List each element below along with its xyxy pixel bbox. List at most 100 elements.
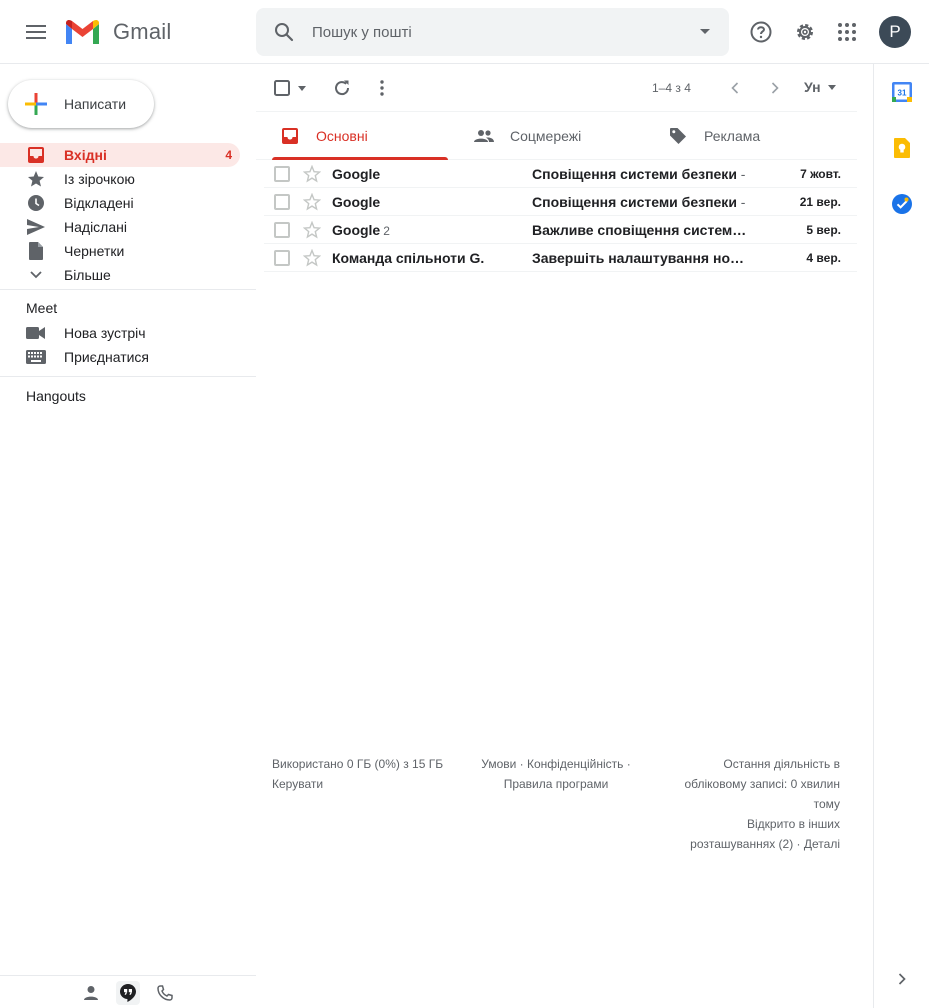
search-icon[interactable] xyxy=(272,20,296,44)
sidebar-item-snoozed[interactable]: Відкладені xyxy=(0,191,240,215)
sidebar-item-label: Із зірочкою xyxy=(64,171,135,187)
search-bar[interactable] xyxy=(256,8,729,56)
email-checkbox[interactable] xyxy=(274,222,290,238)
tasks-app-button[interactable] xyxy=(891,193,913,215)
people-icon xyxy=(474,126,494,146)
contacts-tab[interactable] xyxy=(79,981,103,1005)
main-menu-button[interactable] xyxy=(20,16,52,48)
email-checkbox[interactable] xyxy=(274,250,290,266)
older-button[interactable] xyxy=(763,76,787,100)
calendar-app-button[interactable]: 31 xyxy=(891,81,913,103)
hamburger-menu-icon xyxy=(26,25,46,39)
star-toggle[interactable] xyxy=(302,192,322,212)
sidebar-item-label: Чернетки xyxy=(64,243,125,259)
unread-count: 4 xyxy=(225,148,232,162)
tag-icon xyxy=(668,126,688,146)
tasks-check-icon xyxy=(892,194,912,214)
hangouts-bottom-bar xyxy=(0,975,256,1008)
chevron-down-icon xyxy=(298,86,306,91)
inbox-icon xyxy=(26,145,46,165)
sidebar-item-label: Вхідні xyxy=(64,147,107,163)
email-sender: Google xyxy=(332,166,381,182)
refresh-button[interactable] xyxy=(330,76,354,100)
tab-primary[interactable]: Основні xyxy=(264,112,454,160)
email-date: 21 вер. xyxy=(799,195,841,209)
manage-storage-link[interactable]: Керувати xyxy=(272,777,323,791)
refresh-icon xyxy=(335,80,350,96)
person-icon xyxy=(84,986,98,1000)
activity-text: Остання діяльність в xyxy=(723,757,840,771)
google-apps-button[interactable] xyxy=(831,16,863,48)
star-outline-icon xyxy=(303,165,321,183)
privacy-link[interactable]: Конфіденційність xyxy=(527,757,623,771)
meet-item-label: Приєднатися xyxy=(64,349,150,365)
sidebar-item-starred[interactable]: Із зірочкою xyxy=(0,167,240,191)
app-name: Gmail xyxy=(113,19,172,44)
email-date: 7 жовт. xyxy=(800,167,841,181)
star-outline-icon xyxy=(303,193,321,211)
new-meeting-button[interactable]: Нова зустріч xyxy=(0,321,240,345)
program-policies-link[interactable]: Правила програми xyxy=(504,777,609,791)
email-list: Google Сповіщення системи безпеки - 7 жо… xyxy=(264,160,857,272)
activity-text: тому xyxy=(813,797,840,811)
expand-side-panel-button[interactable] xyxy=(891,968,913,990)
search-input[interactable] xyxy=(312,20,672,44)
compose-button[interactable]: Написати xyxy=(8,80,154,128)
email-subject: Сповіщення системи безпеки - xyxy=(532,194,746,210)
sidebar-item-drafts[interactable]: Чернетки xyxy=(0,239,240,263)
phone-icon xyxy=(157,985,173,1001)
search-options-icon[interactable] xyxy=(699,26,711,38)
sidebar-nav: Вхідні 4 Із зірочкою Відкладені Надіслан… xyxy=(0,143,256,287)
tab-social[interactable]: Соцмережі xyxy=(458,112,648,160)
input-tools-button[interactable]: Ун xyxy=(800,76,842,100)
select-all-checkbox[interactable] xyxy=(270,76,310,100)
email-row[interactable]: Google Сповіщення системи безпеки - 21 в… xyxy=(264,188,857,216)
meet-item-label: Нова зустріч xyxy=(64,325,146,341)
keyboard-icon xyxy=(26,347,46,367)
star-toggle[interactable] xyxy=(302,164,322,184)
star-outline-icon xyxy=(303,249,321,267)
hangouts-chat-tab[interactable] xyxy=(116,981,140,1005)
sidebar-item-inbox[interactable]: Вхідні 4 xyxy=(0,143,240,167)
star-outline-icon xyxy=(303,221,321,239)
tab-promotions[interactable]: Реклама xyxy=(652,112,842,160)
storage-footer: Використано 0 ГБ (0%) з 15 ГБ Керувати xyxy=(272,754,462,794)
top-header: Gmail P xyxy=(0,0,929,64)
account-avatar[interactable]: P xyxy=(879,16,911,48)
email-row[interactable]: Google Сповіщення системи безпеки - 7 жо… xyxy=(264,160,857,188)
star-toggle[interactable] xyxy=(302,248,322,268)
activity-details-link[interactable]: Деталі xyxy=(804,837,840,851)
more-actions-button[interactable] xyxy=(370,76,394,100)
terms-link[interactable]: Умови xyxy=(481,757,516,771)
activity-text: Відкрито в інших xyxy=(747,817,840,831)
help-button[interactable] xyxy=(745,16,777,48)
email-row[interactable]: Google 2 Важливе сповіщення систем… 5 вер… xyxy=(264,216,857,244)
email-row[interactable]: Команда спільноти G. Завершіть налаштува… xyxy=(264,244,857,272)
settings-button[interactable] xyxy=(789,16,821,48)
more-vert-icon xyxy=(380,80,384,96)
calendar-icon: 31 xyxy=(892,82,912,102)
sidebar-item-label: Надіслані xyxy=(64,219,127,235)
star-toggle[interactable] xyxy=(302,220,322,240)
chevron-down-icon xyxy=(828,85,836,90)
inbox-icon xyxy=(280,126,300,146)
sidebar-divider xyxy=(0,289,256,290)
compose-plus-icon xyxy=(25,93,47,115)
sidebar-item-sent[interactable]: Надіслані xyxy=(0,215,240,239)
sidebar-divider xyxy=(0,376,256,377)
email-subject: Завершіть налаштування нов… xyxy=(532,250,748,266)
newer-button[interactable] xyxy=(723,76,747,100)
email-checkbox[interactable] xyxy=(274,194,290,210)
meet-section-title: Meet xyxy=(26,300,58,316)
chevron-right-icon xyxy=(771,82,779,94)
star-icon xyxy=(26,169,46,189)
email-checkbox[interactable] xyxy=(274,166,290,182)
phone-tab[interactable] xyxy=(153,981,177,1005)
tab-label: Основні xyxy=(316,128,368,144)
sidebar-item-more[interactable]: Більше xyxy=(0,263,240,287)
compose-label: Написати xyxy=(64,96,127,112)
send-icon xyxy=(26,217,46,237)
join-meeting-button[interactable]: Приєднатися xyxy=(0,345,240,369)
gmail-logo[interactable]: Gmail xyxy=(64,16,171,48)
keep-app-button[interactable] xyxy=(891,137,913,159)
